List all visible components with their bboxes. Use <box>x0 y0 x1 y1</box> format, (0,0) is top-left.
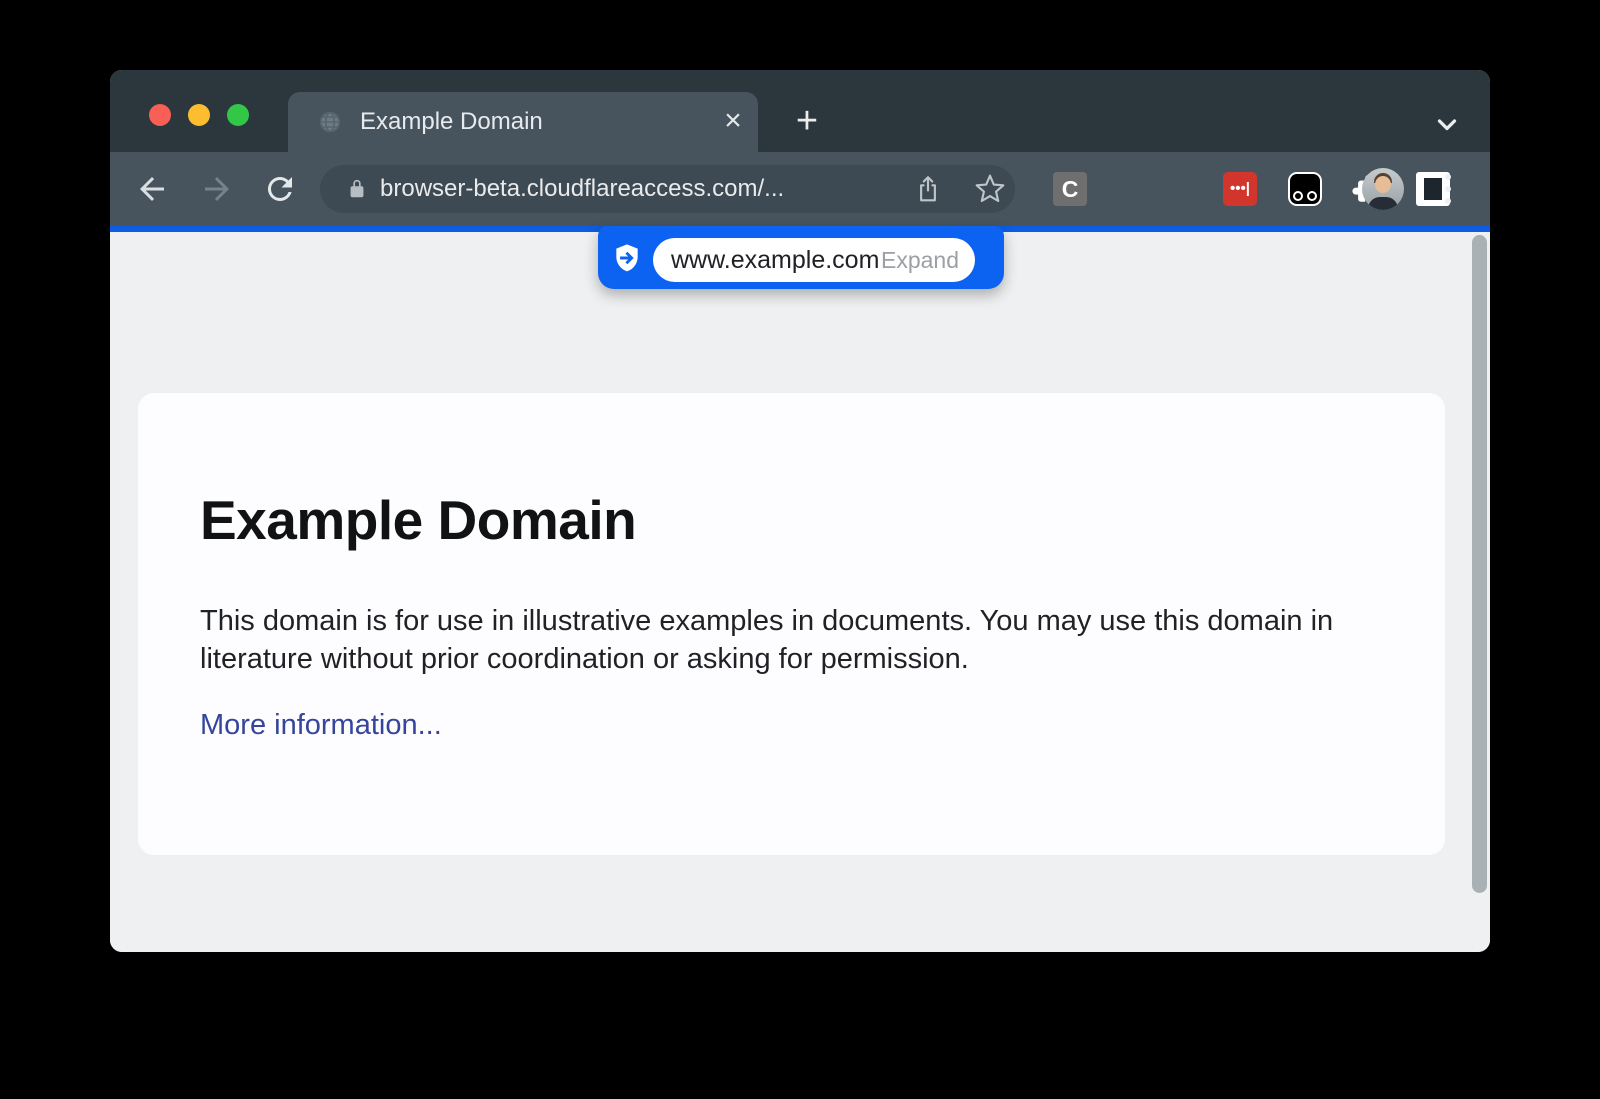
tab-title: Example Domain <box>360 92 543 152</box>
vertical-scrollbar[interactable] <box>1472 235 1487 893</box>
expand-button[interactable]: Expand <box>881 247 959 274</box>
new-tab-button[interactable]: + <box>787 102 827 142</box>
page-title: Example Domain <box>200 489 1445 551</box>
share-icon[interactable] <box>913 174 943 204</box>
extension-c-icon[interactable]: C <box>1053 172 1087 206</box>
address-bar[interactable]: browser-beta.cloudflareaccess.com/... <box>320 165 1015 213</box>
navigation-toolbar: browser-beta.cloudflareaccess.com/... C … <box>110 152 1490 226</box>
url-text: browser-beta.cloudflareaccess.com/... <box>380 165 784 213</box>
window-zoom-button[interactable] <box>227 104 249 126</box>
chevron-down-icon[interactable] <box>1429 106 1465 142</box>
lastpass-extension-icon[interactable]: •••| <box>1223 172 1257 206</box>
isolated-domain-text: www.example.com <box>671 246 879 275</box>
page-viewport: www.example.com Expand Example Domain Th… <box>110 232 1490 952</box>
bookmark-star-icon[interactable] <box>974 173 1006 205</box>
camera-extension-icon[interactable] <box>1288 172 1322 206</box>
isolation-url-pill[interactable]: www.example.com Expand <box>598 226 1004 289</box>
example-domain-card: Example Domain This domain is for use in… <box>138 393 1445 855</box>
forward-button[interactable] <box>199 171 235 207</box>
window-close-button[interactable] <box>149 104 171 126</box>
profile-avatar[interactable] <box>1362 168 1404 210</box>
shield-arrow-icon <box>611 242 643 274</box>
tab-strip: Example Domain × + <box>110 70 1490 152</box>
more-information-link[interactable]: More information... <box>200 708 442 742</box>
isolated-site-pill[interactable]: www.example.com Expand <box>653 238 975 282</box>
browser-window: Example Domain × + <box>110 70 1490 952</box>
browser-menu-icon[interactable] <box>1443 171 1453 207</box>
back-button[interactable] <box>134 171 170 207</box>
globe-favicon-icon <box>318 110 342 134</box>
window-minimize-button[interactable] <box>188 104 210 126</box>
lock-icon <box>346 178 368 200</box>
tab-example-domain[interactable]: Example Domain × <box>288 92 758 152</box>
reload-button[interactable] <box>262 171 298 207</box>
page-paragraph: This domain is for use in illustrative e… <box>200 602 1360 678</box>
tab-close-icon[interactable]: × <box>716 105 750 139</box>
